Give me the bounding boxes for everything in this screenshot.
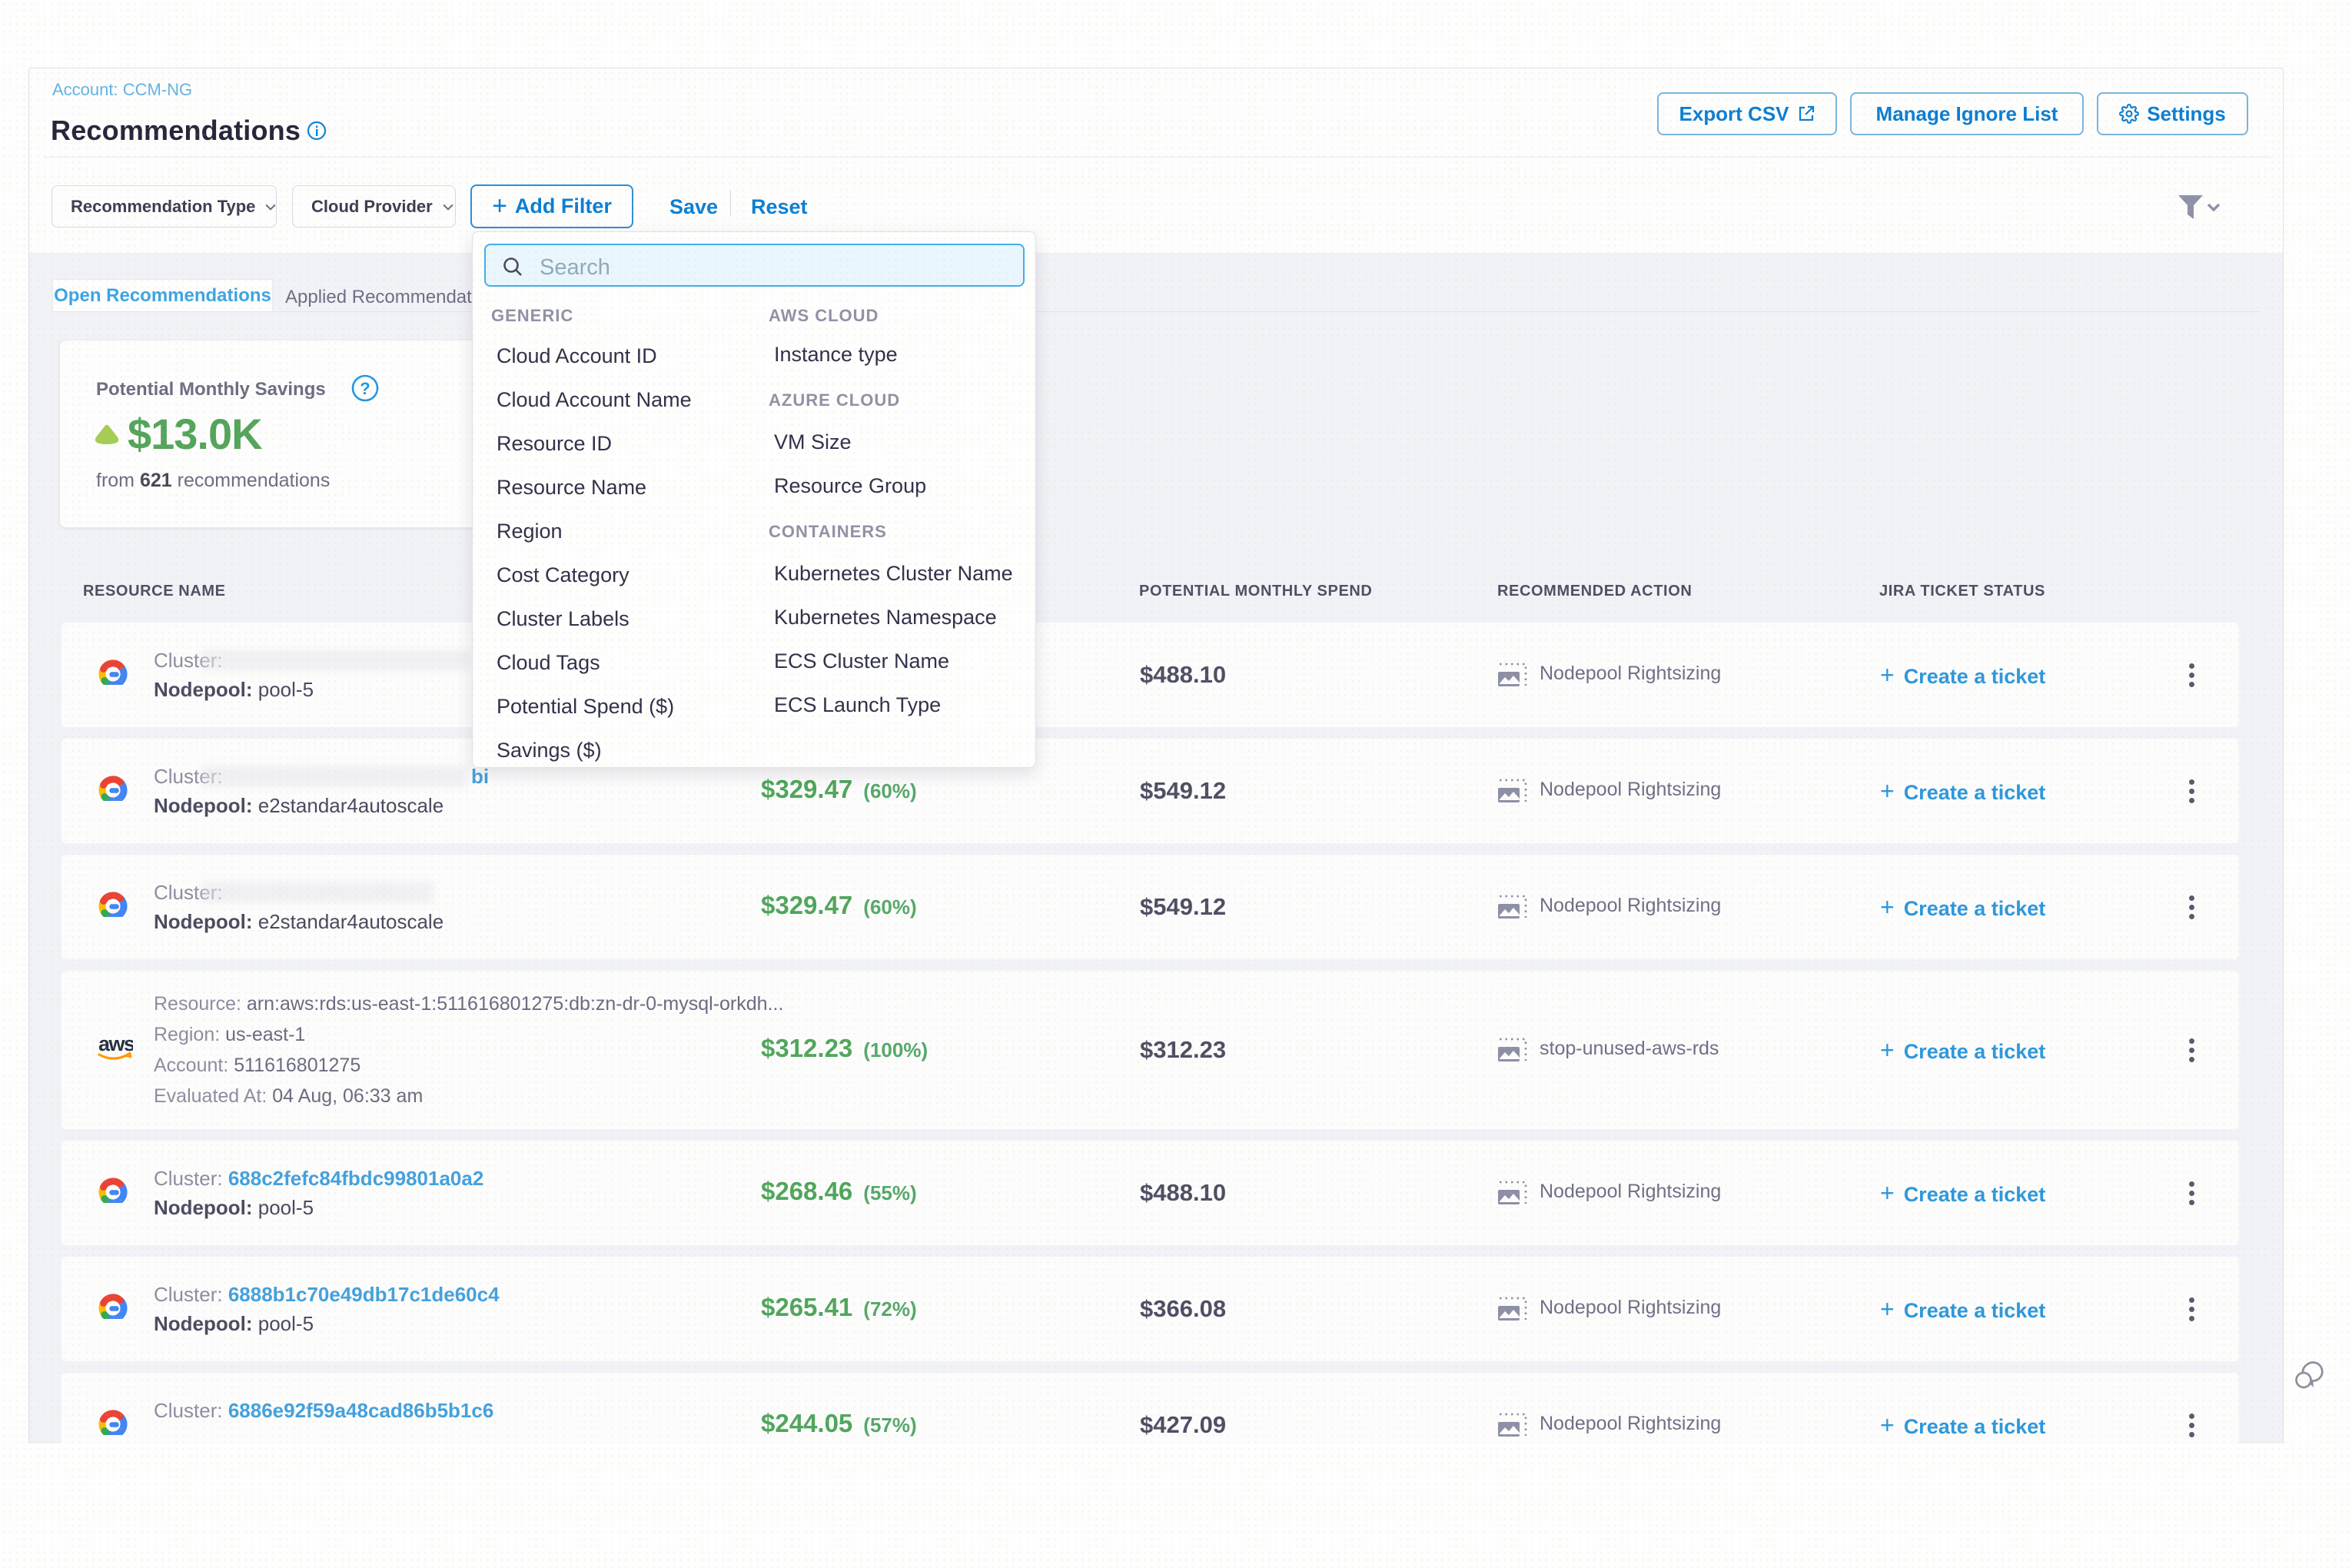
svg-text:?: ? bbox=[360, 379, 370, 398]
svg-text:aws: aws bbox=[98, 1033, 133, 1055]
